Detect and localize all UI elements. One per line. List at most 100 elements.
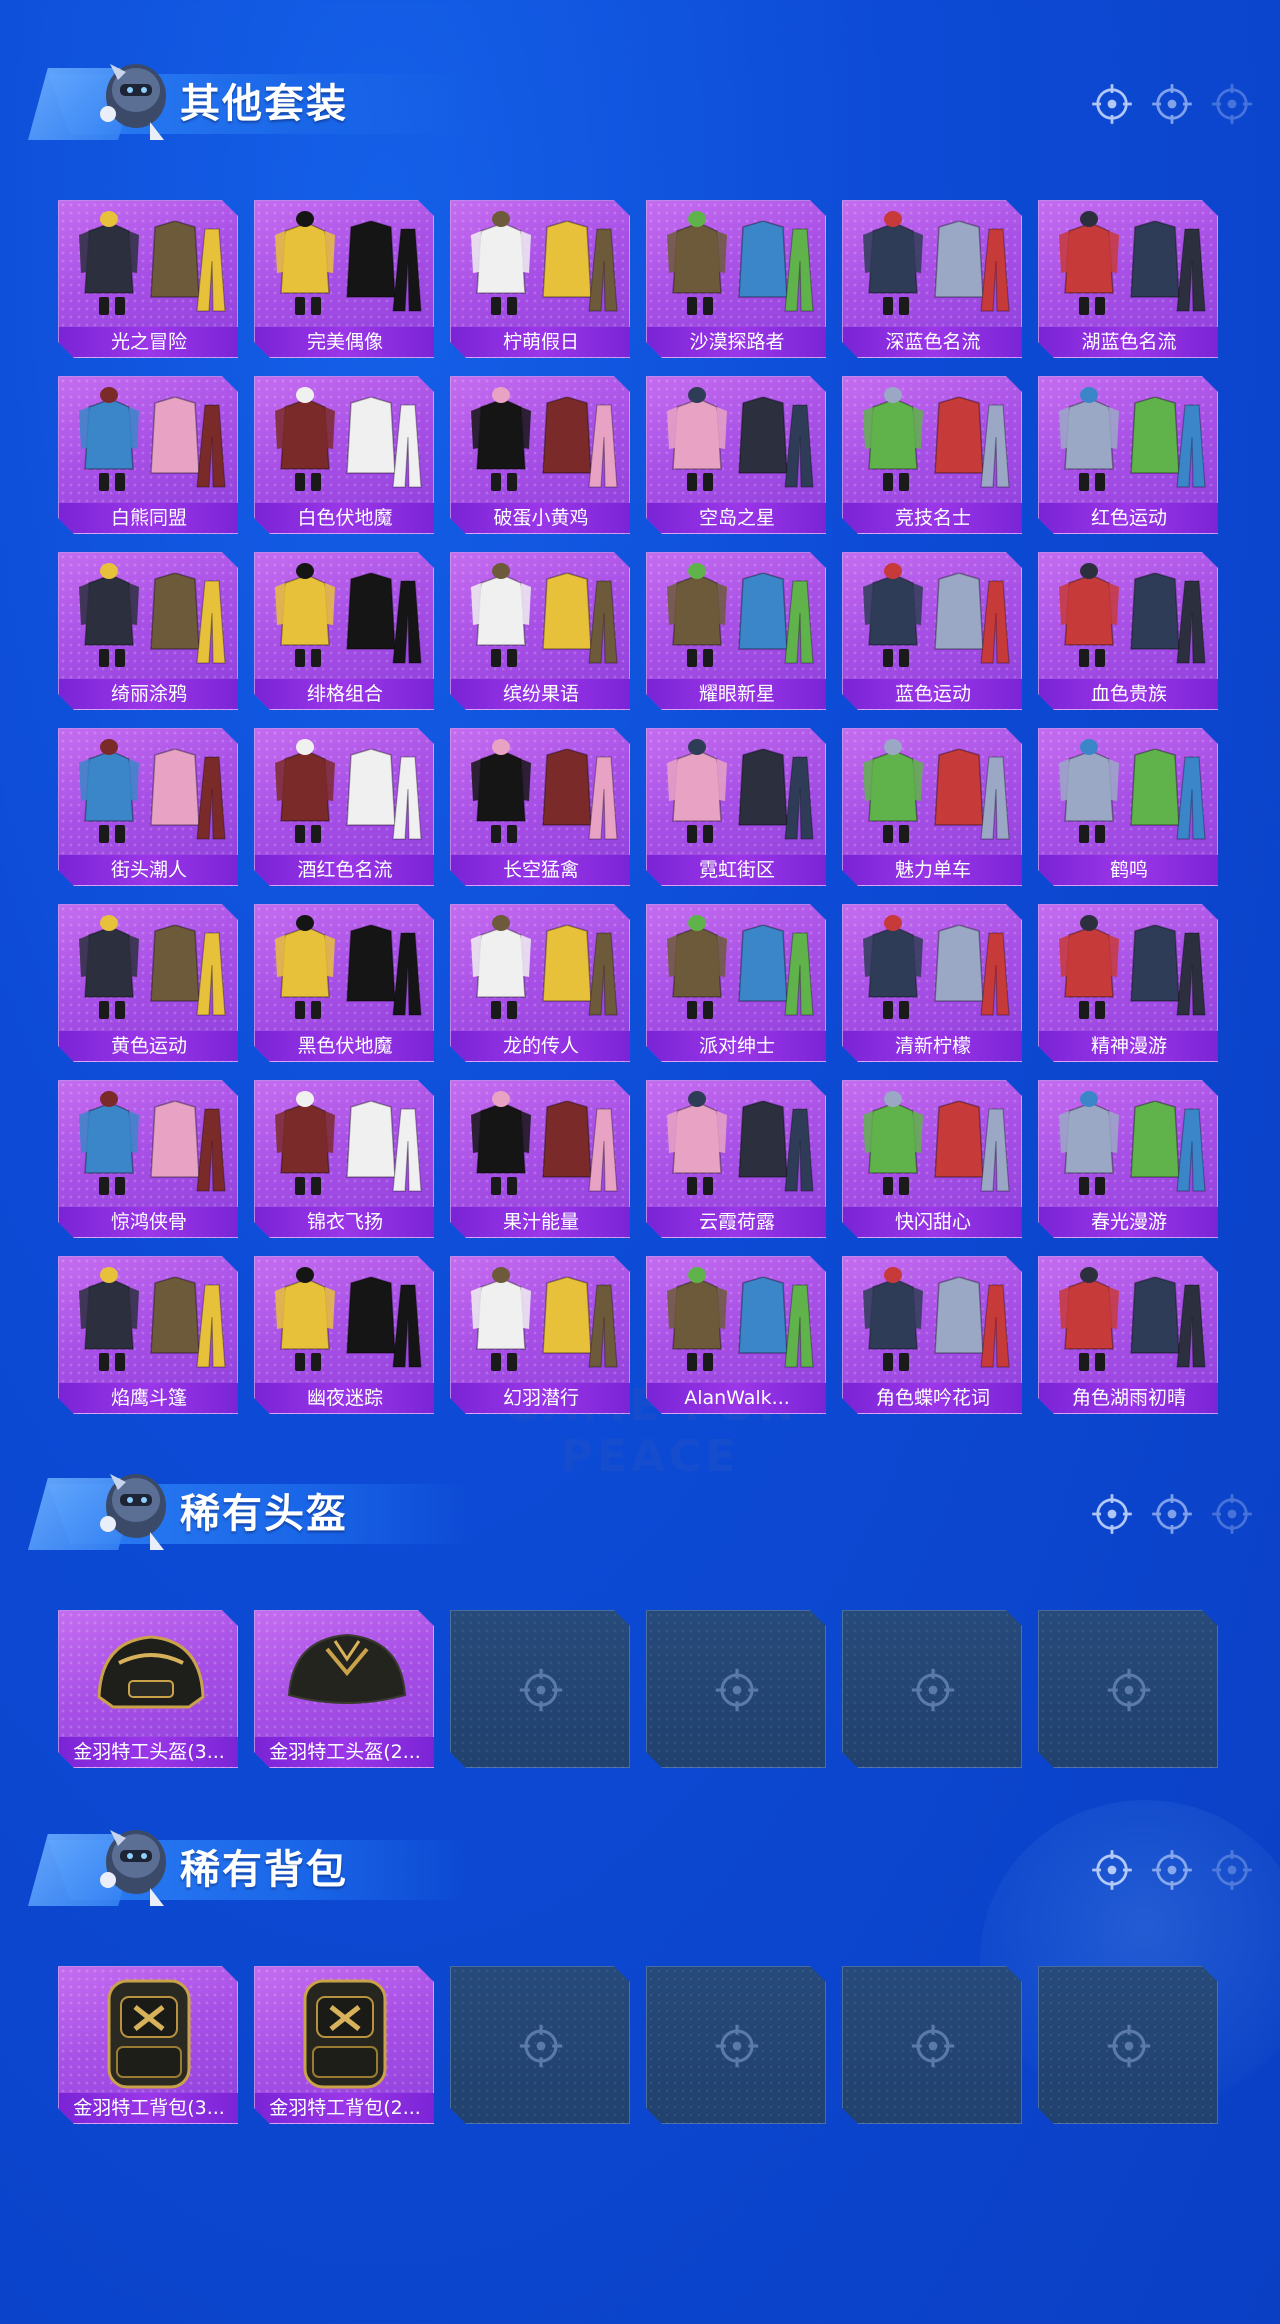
section-title: 其他套装 [180,81,348,127]
outfit-image [59,377,239,505]
outfit-image [255,1081,435,1209]
item-card[interactable]: 红色运动 [1038,376,1218,534]
mascot-soldier-icon [100,1830,166,1906]
item-card[interactable]: 春光漫游 [1038,1080,1218,1238]
item-card[interactable]: 柠萌假日 [450,200,630,358]
outfit-image [1039,729,1219,857]
item-card[interactable]: 金羽特工背包(3... [58,1966,238,2124]
item-label: 完美偶像 [255,327,435,357]
item-label: 春光漫游 [1039,1207,1219,1237]
item-card[interactable]: 精神漫游 [1038,904,1218,1062]
item-card[interactable]: 角色湖雨初晴 [1038,1256,1218,1414]
item-card[interactable]: 龙的传人 [450,904,630,1062]
item-label: 黑色伏地魔 [255,1031,435,1061]
section-title: 稀有背包 [180,1847,348,1893]
item-card[interactable]: 黑色伏地魔 [254,904,434,1062]
item-card[interactable]: 血色贵族 [1038,552,1218,710]
item-card[interactable]: 深蓝色名流 [842,200,1022,358]
item-card[interactable]: 绯格组合 [254,552,434,710]
item-label: 红色运动 [1039,503,1219,533]
item-label: 黄色运动 [59,1031,239,1061]
item-card[interactable]: 街头潮人 [58,728,238,886]
outfit-image [59,1081,239,1209]
outfit-image [451,729,631,857]
empty-slot [842,1610,1022,1768]
item-card[interactable]: 黄色运动 [58,904,238,1062]
item-card[interactable]: 快闪甜心 [842,1080,1022,1238]
item-card[interactable]: 清新柠檬 [842,904,1022,1062]
item-label: 鹤鸣 [1039,855,1219,885]
item-card[interactable]: 完美偶像 [254,200,434,358]
item-card[interactable]: 蓝色运动 [842,552,1022,710]
item-card[interactable]: 云霞荷露 [646,1080,826,1238]
item-card[interactable]: 果汁能量 [450,1080,630,1238]
empty-slot [646,1966,826,2124]
item-card[interactable]: 霓虹街区 [646,728,826,886]
outfit-image [59,553,239,681]
item-label: 白熊同盟 [59,503,239,533]
item-label: 长空猛禽 [451,855,631,885]
empty-slot [450,1966,630,2124]
item-label: 柠萌假日 [451,327,631,357]
outfit-image [255,1257,435,1385]
item-card[interactable]: 湖蓝色名流 [1038,200,1218,358]
item-card[interactable]: 鹤鸣 [1038,728,1218,886]
item-card[interactable]: 沙漠探路者 [646,200,826,358]
outfit-image [451,1081,631,1209]
item-card[interactable]: 光之冒险 [58,200,238,358]
item-label: 竞技名士 [843,503,1023,533]
item-card[interactable]: 派对绅士 [646,904,826,1062]
item-label: AlanWalk... [647,1383,827,1413]
item-label: 光之冒险 [59,327,239,357]
item-card[interactable]: 金羽特工头盔(3... [58,1610,238,1768]
item-label: 金羽特工头盔(3... [59,1737,239,1767]
item-label: 绮丽涂鸦 [59,679,239,709]
item-card[interactable]: 幻羽潜行 [450,1256,630,1414]
item-card[interactable]: 魅力单车 [842,728,1022,886]
outfit-image [647,905,827,1033]
item-card[interactable]: 绮丽涂鸦 [58,552,238,710]
item-label: 惊鸿侠骨 [59,1207,239,1237]
item-card[interactable]: 竞技名士 [842,376,1022,534]
item-card[interactable]: 长空猛禽 [450,728,630,886]
item-card[interactable]: 耀眼新星 [646,552,826,710]
empty-slot [1038,1610,1218,1768]
empty-slot [842,1966,1022,2124]
mascot-soldier-icon [100,64,166,140]
outfit-image [843,201,1023,329]
outfit-image [843,729,1023,857]
crosshair-decoration-group [1090,82,1252,126]
item-card[interactable]: 缤纷果语 [450,552,630,710]
item-card[interactable]: 角色蝶吟花词 [842,1256,1022,1414]
item-card[interactable]: 空岛之星 [646,376,826,534]
item-label: 深蓝色名流 [843,327,1023,357]
item-label: 锦衣飞扬 [255,1207,435,1237]
section-header: 稀有头盔 [28,1450,468,1570]
item-card[interactable]: 幽夜迷踪 [254,1256,434,1414]
item-card[interactable]: AlanWalk... [646,1256,826,1414]
item-label: 龙的传人 [451,1031,631,1061]
item-card[interactable]: 惊鸿侠骨 [58,1080,238,1238]
item-label: 派对绅士 [647,1031,827,1061]
crosshair-placeholder-icon [908,2021,958,2071]
item-card[interactable]: 破蛋小黄鸡 [450,376,630,534]
outfit-image [647,1257,827,1385]
item-label: 幽夜迷踪 [255,1383,435,1413]
item-card[interactable]: 酒红色名流 [254,728,434,886]
item-label: 云霞荷露 [647,1207,827,1237]
item-label: 血色贵族 [1039,679,1219,709]
item-card[interactable]: 焰鹰斗篷 [58,1256,238,1414]
helmet-image [59,1611,239,1739]
item-card[interactable]: 金羽特工头盔(2... [254,1610,434,1768]
item-card[interactable]: 金羽特工背包(2... [254,1966,434,2124]
item-label: 幻羽潜行 [451,1383,631,1413]
outfit-image [451,377,631,505]
outfit-image [843,1081,1023,1209]
item-card[interactable]: 白熊同盟 [58,376,238,534]
item-label: 角色湖雨初晴 [1039,1383,1219,1413]
outfit-image [451,201,631,329]
crosshair-icon [1212,1850,1252,1890]
item-card[interactable]: 白色伏地魔 [254,376,434,534]
item-card[interactable]: 锦衣飞扬 [254,1080,434,1238]
outfit-image [255,729,435,857]
